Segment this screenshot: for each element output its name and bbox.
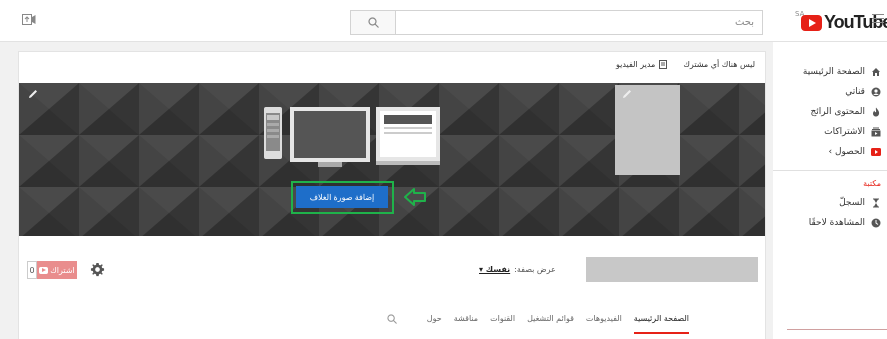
sidebar-item-history[interactable]: السجلّ: [773, 193, 887, 213]
sidebar-item-label: قناتي: [845, 87, 865, 97]
tab-home[interactable]: الصفحة الرئيسية: [633, 314, 689, 334]
subscribe-count: 0: [27, 261, 37, 279]
sidebar-item-label: الصفحة الرئيسية: [802, 67, 865, 77]
sidebar-item-trending[interactable]: المحتوى الرائج: [773, 102, 887, 122]
youtube-small-icon: [39, 266, 49, 274]
channel-search-icon[interactable]: [387, 314, 397, 324]
search-input[interactable]: بحث: [395, 10, 763, 35]
add-channel-art-button[interactable]: إضافة صورة الغلاف: [296, 186, 388, 208]
channel-top-links: ليس هناك أي مشترك مدير الفيديو: [600, 60, 755, 69]
subscriber-count-label: ليس هناك أي مشترك: [683, 60, 755, 69]
channel-name-placeholder: [586, 257, 758, 282]
search-button[interactable]: [350, 10, 395, 35]
subscriber-count-link[interactable]: ليس هناك أي مشترك: [683, 60, 755, 69]
sidebar: الصفحة الرئيسية قناتي المحتوى الرائج الا…: [773, 42, 887, 339]
view-as: عرض بصفة: نفسك ▾: [479, 265, 556, 274]
video-manager-label: مدير الفيديو: [615, 60, 656, 69]
video-manager-icon: [659, 60, 668, 69]
tab-discussion[interactable]: مناقشة: [454, 314, 478, 334]
youtube-red-icon: [871, 148, 881, 156]
gear-icon[interactable]: [90, 262, 105, 277]
sidebar-item-home[interactable]: الصفحة الرئيسية: [773, 62, 887, 82]
edit-avatar-pencil-icon[interactable]: [621, 88, 633, 100]
view-as-dropdown[interactable]: نفسك ▾: [479, 265, 510, 274]
sidebar-item-label: المحتوى الرائج: [810, 107, 865, 117]
channel-banner: إضافة صورة الغلاف: [19, 83, 765, 236]
sidebar-item-youtube-red[interactable]: الحصول ›: [773, 142, 887, 162]
sidebar-item-label: الحصول ›: [828, 147, 865, 157]
tv-mockup: [290, 107, 370, 167]
tab-videos[interactable]: الفيديوهات: [586, 314, 622, 334]
sidebar-item-label: الاشتراكات: [824, 127, 865, 137]
my-channel-icon: [871, 87, 881, 97]
home-icon: [872, 68, 880, 76]
hamburger-menu-icon[interactable]: [872, 14, 884, 24]
sidebar-item-label: السجلّ: [839, 198, 865, 208]
tab-playlists[interactable]: قوائم التشغيل: [527, 314, 574, 334]
pointer-arrow-icon: [404, 188, 426, 206]
sidebar-library-header: مكتبة: [863, 179, 881, 188]
laptop-mockup: [376, 107, 440, 165]
subscribe-group: 0 اشتراك: [27, 261, 77, 279]
view-as-label: عرض بصفة:: [514, 265, 556, 274]
sidebar-item-my-channel[interactable]: قناتي: [773, 82, 887, 102]
sidebar-item-watch-later[interactable]: المشاهدة لاحقًا: [773, 213, 887, 233]
subscribe-button[interactable]: اشتراك: [37, 261, 77, 279]
sidebar-bottom-divider: [787, 329, 887, 330]
history-icon: [873, 198, 879, 208]
video-manager-link[interactable]: مدير الفيديو: [615, 60, 668, 69]
channel-card: ليس هناك أي مشترك مدير الفيديو إضافة صور…: [18, 51, 766, 339]
sidebar-item-label: المشاهدة لاحقًا: [808, 218, 865, 228]
youtube-play-icon: [801, 14, 822, 31]
watch-later-icon: [871, 218, 881, 228]
channel-tabs: الصفحة الرئيسية الفيديوهات قوائم التشغيل…: [415, 314, 689, 334]
sidebar-divider: [773, 170, 887, 171]
trending-icon: [873, 107, 880, 117]
tab-about[interactable]: حول: [427, 314, 442, 334]
sidebar-item-subscriptions[interactable]: الاشتراكات: [773, 122, 887, 142]
phone-mockup: [264, 107, 282, 159]
subscribe-label: اشتراك: [50, 265, 75, 275]
edit-banner-pencil-icon[interactable]: [27, 88, 39, 100]
subscriptions-icon: [871, 127, 881, 137]
search-icon: [367, 17, 379, 28]
upload-video-icon[interactable]: [22, 14, 36, 25]
top-bar: بحث SA YouTube: [0, 0, 887, 42]
tab-channels[interactable]: القنوات: [490, 314, 515, 334]
